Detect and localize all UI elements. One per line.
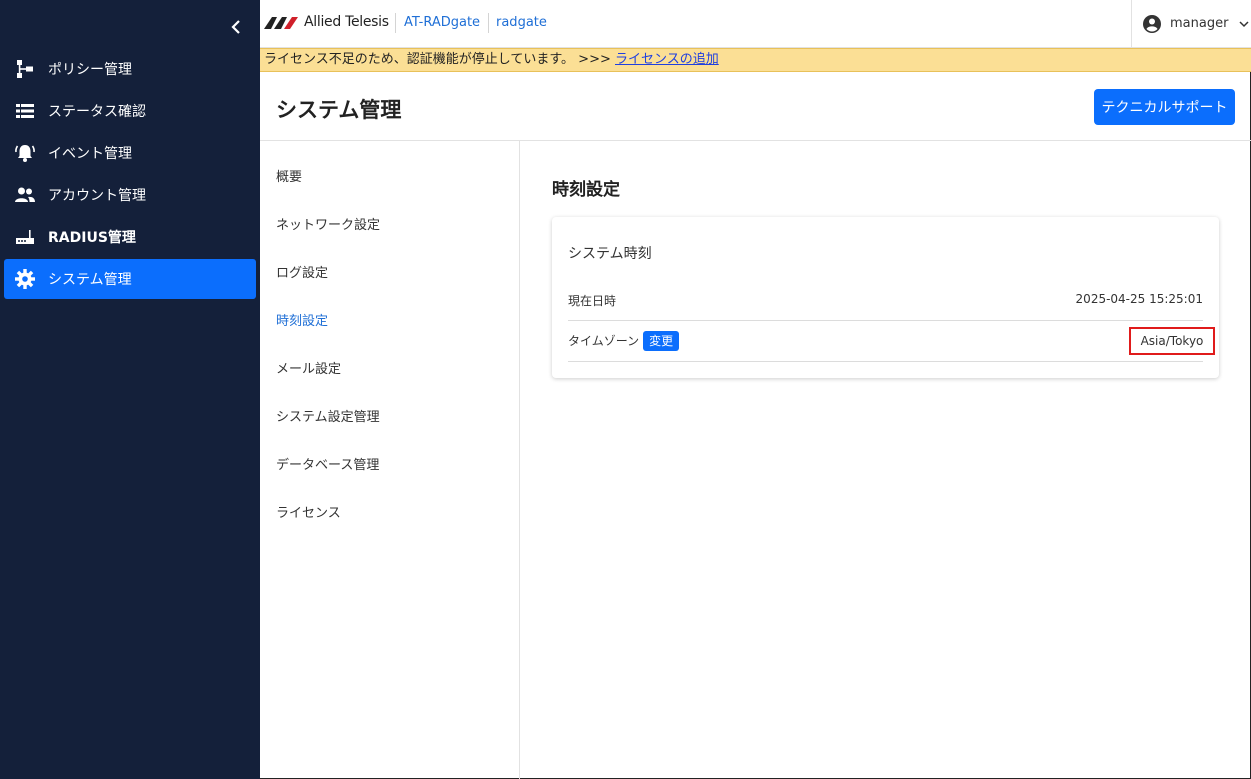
subnav-item-overview[interactable]: 概要: [276, 166, 302, 185]
subnav-item-log[interactable]: ログ設定: [276, 262, 328, 281]
sidebar-item-policy[interactable]: ポリシー管理: [4, 49, 256, 89]
router-icon: [14, 226, 36, 248]
list-icon: [14, 100, 36, 122]
user-name: manager: [1170, 16, 1229, 31]
timezone-row: タイムゾーン 変更: [568, 331, 680, 351]
host-name[interactable]: radgate: [496, 15, 547, 30]
sidebar-item-system[interactable]: システム管理: [4, 259, 256, 299]
sidebar-item-label: システム管理: [48, 272, 132, 288]
sidebar-item-label: ステータス確認: [48, 104, 146, 120]
people-icon: [14, 184, 36, 206]
current-time-label: 現在日時: [568, 294, 617, 308]
product-name[interactable]: AT-RADgate: [404, 15, 480, 30]
subnav-item-time[interactable]: 時刻設定: [276, 310, 328, 329]
card-title: システム時刻: [568, 246, 652, 262]
sidebar-item-label: アカウント管理: [48, 188, 146, 204]
subnav-item-database[interactable]: データベース管理: [276, 454, 379, 473]
timezone-label: タイムゾーン: [568, 334, 640, 348]
header-divider: [488, 13, 489, 33]
timezone-value-highlight: Asia/Tokyo: [1129, 327, 1215, 355]
technical-support-button[interactable]: テクニカルサポート: [1094, 89, 1235, 125]
gear-icon: [14, 268, 36, 290]
subnav-item-license[interactable]: ライセンス: [276, 502, 341, 521]
sidebar-item-events[interactable]: イベント管理: [4, 133, 256, 173]
account-circle-icon: [1143, 14, 1161, 33]
subnav-item-config[interactable]: システム設定管理: [276, 406, 380, 425]
sidebar: ポリシー管理 ステータス確認 イベント管理 アカウント管理 RADIUS管理 シ…: [0, 0, 260, 779]
sidebar-item-label: RADIUS管理: [48, 230, 136, 246]
system-subnav: 概要 ネットワーク設定 ログ設定 時刻設定 メール設定 システム設定管理 データ…: [260, 141, 520, 779]
allied-telesis-logo-icon: [264, 17, 298, 29]
subnav-item-mail[interactable]: メール設定: [276, 358, 341, 377]
system-time-card: システム時刻 現在日時 2025-04-25 15:25:01 タイムゾーン 変更…: [552, 217, 1219, 378]
page-title-bar: システム管理 テクニカルサポート: [260, 72, 1251, 141]
banner-text: ライセンス不足のため、認証機能が停止しています。 >>>: [264, 52, 615, 67]
add-license-link[interactable]: ライセンスの追加: [615, 52, 719, 67]
brand-name: Allied Telesis: [304, 14, 389, 30]
user-menu[interactable]: manager: [1131, 0, 1251, 47]
section-title: 時刻設定: [552, 180, 620, 200]
subnav-item-network[interactable]: ネットワーク設定: [276, 214, 380, 233]
chevron-left-icon: [231, 20, 240, 34]
sidebar-item-label: ポリシー管理: [48, 62, 132, 78]
top-header: Allied Telesis AT-RADgate radgate manage…: [260, 0, 1251, 48]
collapse-sidebar-button[interactable]: [226, 16, 248, 38]
current-time-value: 2025-04-25 15:25:01: [1075, 292, 1203, 306]
timezone-value: Asia/Tokyo: [1140, 334, 1204, 348]
header-divider: [395, 13, 396, 33]
page-title: システム管理: [276, 98, 402, 122]
row-divider: [568, 320, 1203, 321]
policy-tree-icon: [14, 58, 36, 80]
sidebar-item-radius[interactable]: RADIUS管理: [4, 217, 256, 257]
alarm-icon: [14, 142, 36, 164]
license-warning-banner: ライセンス不足のため、認証機能が停止しています。 >>> ライセンスの追加: [260, 48, 1251, 72]
sidebar-item-account[interactable]: アカウント管理: [4, 175, 256, 215]
brand-logo[interactable]: Allied Telesis: [264, 14, 389, 30]
sidebar-item-status[interactable]: ステータス確認: [4, 91, 256, 131]
change-timezone-button[interactable]: 変更: [643, 331, 680, 351]
chevron-down-icon: [1239, 20, 1249, 27]
row-divider: [568, 361, 1203, 362]
sidebar-item-label: イベント管理: [48, 146, 132, 162]
